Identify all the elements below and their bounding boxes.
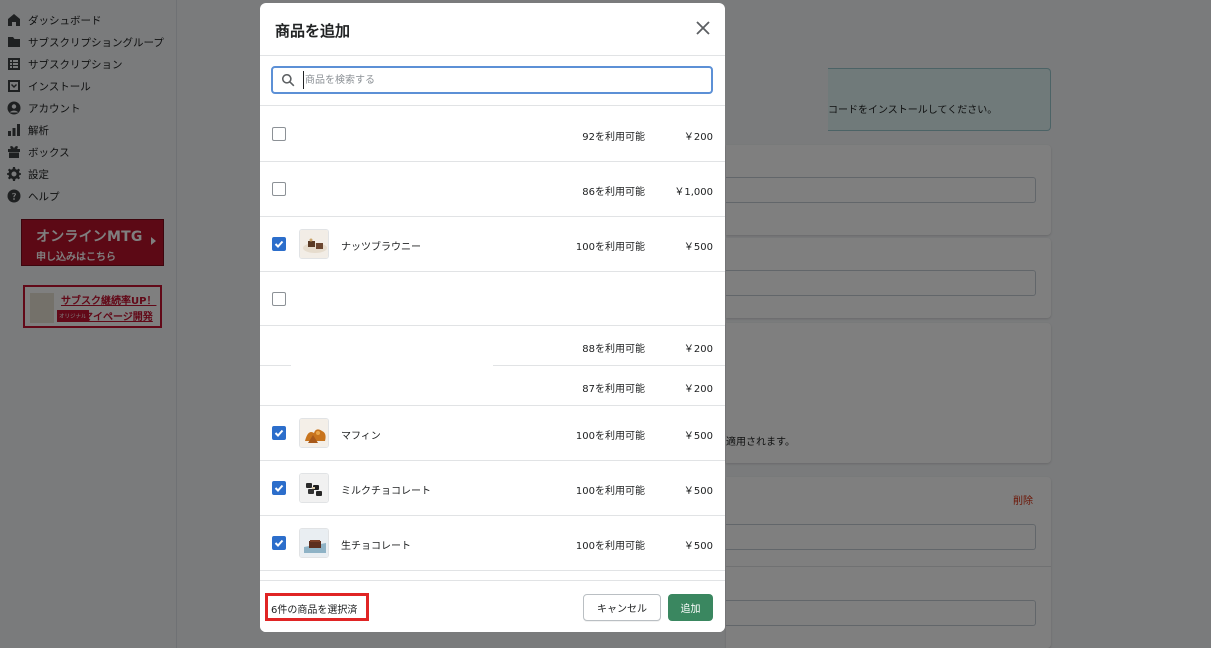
product-checkbox[interactable] xyxy=(272,292,286,306)
availability-text: 87を利用可能 xyxy=(582,384,645,395)
add-product-modal: 商品を追加 92を利用可能 ￥200 86を利用可能 ￥1,000 xyxy=(260,3,725,632)
availability-text: 100を利用可能 xyxy=(575,541,645,552)
checkmark-icon xyxy=(274,240,284,248)
checkmark-icon xyxy=(274,429,284,437)
product-checkbox[interactable] xyxy=(272,237,286,251)
product-row[interactable]: ナッツブラウニー 100を利用可能 ￥500 xyxy=(260,217,725,272)
product-list: 92を利用可能 ￥200 86を利用可能 ￥1,000 ナッツブラウニー 100… xyxy=(260,107,725,580)
product-name: ミルクチョコレート xyxy=(341,486,431,497)
search-box[interactable] xyxy=(271,66,713,94)
price-text: ￥500 xyxy=(683,431,713,442)
product-name: マフィン xyxy=(341,431,381,442)
availability-text: 100を利用可能 xyxy=(575,486,645,497)
availability-text: 92を利用可能 xyxy=(582,132,645,143)
product-row[interactable]: 生チョコレート 100を利用可能 ￥500 xyxy=(260,516,725,571)
product-checkbox[interactable] xyxy=(272,182,286,196)
product-name: 生チョコレート xyxy=(341,541,411,552)
price-text: ￥200 xyxy=(683,132,713,143)
variant-row[interactable]: 88を利用可能 ￥200 xyxy=(260,326,725,366)
price-text: ￥500 xyxy=(683,242,713,253)
product-row[interactable]: ミルクチョコレート 100を利用可能 ￥500 xyxy=(260,461,725,516)
product-checkbox[interactable] xyxy=(272,426,286,440)
availability-text: 86を利用可能 xyxy=(582,187,645,198)
price-text: ￥1,000 xyxy=(674,187,713,198)
variant-row[interactable]: 87を利用可能 ￥200 xyxy=(260,366,725,406)
product-thumbnail xyxy=(299,418,329,448)
product-row[interactable]: 86を利用可能 ￥1,000 xyxy=(260,162,725,217)
cancel-button[interactable]: キャンセル xyxy=(583,594,661,621)
availability-text: 88を利用可能 xyxy=(582,344,645,355)
product-checkbox[interactable] xyxy=(272,481,286,495)
availability-text: 100を利用可能 xyxy=(575,431,645,442)
product-row[interactable]: マフィン 100を利用可能 ￥500 xyxy=(260,406,725,461)
product-thumbnail xyxy=(299,528,329,558)
price-text: ￥500 xyxy=(683,541,713,552)
checkmark-icon xyxy=(274,484,284,492)
search-input[interactable] xyxy=(303,71,703,89)
close-button[interactable] xyxy=(695,20,711,36)
product-name: ナッツブラウニー xyxy=(341,242,421,253)
selected-count: 6件の商品を選択済 xyxy=(265,593,369,621)
modal-footer: 6件の商品を選択済 キャンセル 追加 xyxy=(260,580,725,632)
product-row[interactable]: 92を利用可能 ￥200 xyxy=(260,107,725,162)
product-thumbnail xyxy=(299,229,329,259)
add-button[interactable]: 追加 xyxy=(668,594,713,621)
checkmark-icon xyxy=(274,539,284,547)
close-icon xyxy=(696,21,710,35)
modal-header: 商品を追加 xyxy=(260,3,725,56)
price-text: ￥200 xyxy=(683,344,713,355)
price-text: ￥500 xyxy=(683,486,713,497)
product-thumbnail xyxy=(299,473,329,503)
product-checkbox[interactable] xyxy=(272,127,286,141)
product-checkbox[interactable] xyxy=(272,536,286,550)
search-section xyxy=(260,56,725,106)
price-text: ￥200 xyxy=(683,384,713,395)
availability-text: 100を利用可能 xyxy=(575,242,645,253)
search-icon xyxy=(281,73,295,87)
product-row[interactable] xyxy=(260,272,725,327)
modal-title: 商品を追加 xyxy=(275,22,351,40)
